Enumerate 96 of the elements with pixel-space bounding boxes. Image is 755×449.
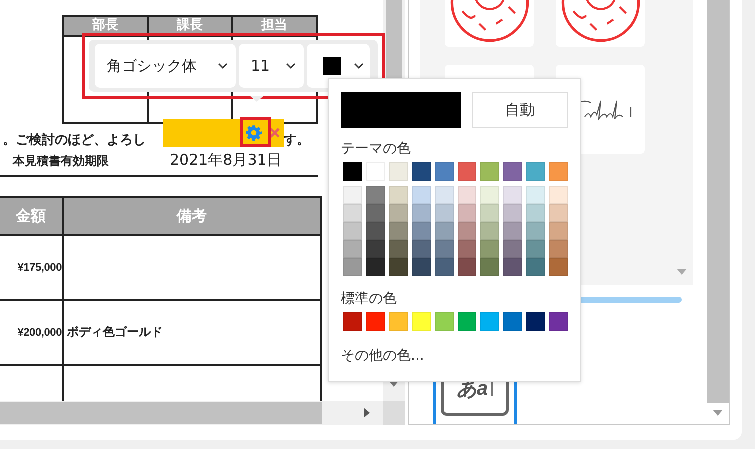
table-cell-text: ボディ色ゴールド bbox=[66, 324, 164, 341]
color-swatch[interactable] bbox=[412, 204, 431, 222]
color-swatch[interactable] bbox=[526, 240, 546, 258]
section-label: 標準の色 bbox=[341, 290, 397, 308]
color-swatch[interactable] bbox=[343, 204, 362, 222]
color-swatch[interactable] bbox=[549, 240, 568, 258]
color-swatch[interactable] bbox=[503, 222, 522, 240]
more-colors-link[interactable]: その他の色... bbox=[341, 347, 568, 365]
color-swatch[interactable] bbox=[549, 312, 568, 331]
color-swatch[interactable] bbox=[458, 258, 476, 276]
color-swatch[interactable] bbox=[366, 240, 385, 258]
color-swatch[interactable] bbox=[526, 204, 546, 222]
color-swatch[interactable] bbox=[480, 204, 500, 222]
color-swatch[interactable] bbox=[503, 258, 522, 276]
highlight-frame bbox=[240, 117, 271, 147]
color-swatch[interactable] bbox=[343, 258, 362, 276]
color-swatch[interactable] bbox=[412, 162, 431, 181]
color-swatch[interactable] bbox=[366, 312, 385, 331]
validity-date: 2021年8月31日 bbox=[170, 151, 282, 170]
font-size-dropdown[interactable]: 11 bbox=[239, 44, 304, 88]
color-swatch[interactable] bbox=[549, 258, 568, 276]
color-swatch[interactable] bbox=[388, 162, 408, 181]
color-swatch[interactable] bbox=[388, 312, 408, 331]
color-swatch[interactable] bbox=[458, 186, 476, 204]
scrollbar-thumb[interactable] bbox=[0, 402, 322, 424]
font-dropdown[interactable]: 角ゴシック体 bbox=[95, 44, 236, 88]
color-swatch[interactable] bbox=[366, 222, 385, 240]
color-swatch[interactable] bbox=[503, 162, 522, 181]
color-swatch[interactable] bbox=[526, 162, 546, 181]
color-swatch[interactable] bbox=[526, 258, 546, 276]
color-swatch[interactable] bbox=[503, 186, 522, 204]
color-swatch[interactable] bbox=[458, 162, 476, 181]
scrollbar-corner bbox=[383, 401, 405, 425]
settings-icon[interactable] bbox=[246, 125, 262, 141]
color-swatch[interactable] bbox=[549, 162, 568, 181]
color-swatch[interactable] bbox=[480, 312, 500, 331]
color-swatch[interactable] bbox=[434, 240, 454, 258]
table-header: 備考 bbox=[176, 206, 208, 226]
color-swatch[interactable] bbox=[412, 312, 431, 331]
chevron-down-icon bbox=[218, 63, 228, 69]
chevron-down-icon bbox=[354, 63, 364, 69]
color-swatch[interactable] bbox=[549, 222, 568, 240]
color-swatch[interactable] bbox=[388, 222, 408, 240]
color-swatch[interactable] bbox=[480, 222, 500, 240]
auto-color-button[interactable]: 自動 bbox=[472, 92, 568, 128]
table-header: 金額 bbox=[0, 198, 64, 234]
color-swatch[interactable] bbox=[343, 240, 362, 258]
table-cell: ¥200,000 bbox=[0, 301, 64, 364]
color-swatch[interactable] bbox=[503, 240, 522, 258]
color-swatch[interactable] bbox=[526, 312, 546, 331]
color-swatch[interactable] bbox=[503, 312, 522, 331]
scroll-down-icon[interactable] bbox=[713, 410, 723, 416]
color-swatch[interactable] bbox=[434, 258, 454, 276]
message-text: 。ご検討のほど、よろし bbox=[3, 133, 147, 149]
color-swatch[interactable] bbox=[412, 186, 431, 204]
color-swatch[interactable] bbox=[366, 204, 385, 222]
validity-label: 本見積書有効期限 bbox=[13, 153, 110, 170]
scroll-right-icon[interactable] bbox=[364, 408, 370, 418]
color-swatch[interactable] bbox=[458, 222, 476, 240]
color-swatch[interactable] bbox=[388, 240, 408, 258]
color-swatch[interactable] bbox=[458, 204, 476, 222]
color-swatch[interactable] bbox=[412, 240, 431, 258]
color-swatch[interactable] bbox=[388, 258, 408, 276]
color-swatch[interactable] bbox=[434, 222, 454, 240]
color-swatch[interactable] bbox=[343, 162, 362, 181]
close-icon[interactable] bbox=[269, 127, 281, 139]
color-swatch[interactable] bbox=[343, 312, 362, 331]
color-swatch[interactable] bbox=[434, 186, 454, 204]
color-swatch[interactable] bbox=[434, 312, 454, 331]
table-cell: ¥175,000 bbox=[0, 236, 64, 299]
color-swatch[interactable] bbox=[503, 204, 522, 222]
color-swatch[interactable] bbox=[343, 222, 362, 240]
color-swatch[interactable] bbox=[526, 186, 546, 204]
color-swatch[interactable] bbox=[388, 204, 408, 222]
horizontal-scrollbar[interactable] bbox=[0, 401, 405, 425]
color-swatch[interactable] bbox=[480, 186, 500, 204]
color-swatch[interactable] bbox=[366, 186, 385, 204]
color-swatch[interactable] bbox=[343, 186, 362, 204]
color-swatch[interactable] bbox=[412, 258, 431, 276]
color-swatch[interactable] bbox=[434, 162, 454, 181]
color-swatch[interactable] bbox=[480, 240, 500, 258]
color-swatch[interactable] bbox=[412, 222, 431, 240]
message-text: す。 bbox=[284, 133, 310, 149]
color-swatch[interactable] bbox=[458, 312, 476, 331]
color-swatch[interactable] bbox=[480, 258, 500, 276]
color-swatch[interactable] bbox=[388, 186, 408, 204]
color-swatch[interactable] bbox=[549, 186, 568, 204]
color-swatch[interactable] bbox=[526, 222, 546, 240]
color-swatch[interactable] bbox=[458, 240, 476, 258]
scroll-down-icon[interactable] bbox=[676, 269, 687, 275]
color-swatch[interactable] bbox=[366, 258, 385, 276]
color-swatch[interactable] bbox=[549, 204, 568, 222]
color-swatch[interactable] bbox=[434, 204, 454, 222]
chevron-down-icon bbox=[286, 63, 296, 69]
color-swatch[interactable] bbox=[480, 162, 500, 181]
section-label: テーマの色 bbox=[341, 140, 411, 158]
